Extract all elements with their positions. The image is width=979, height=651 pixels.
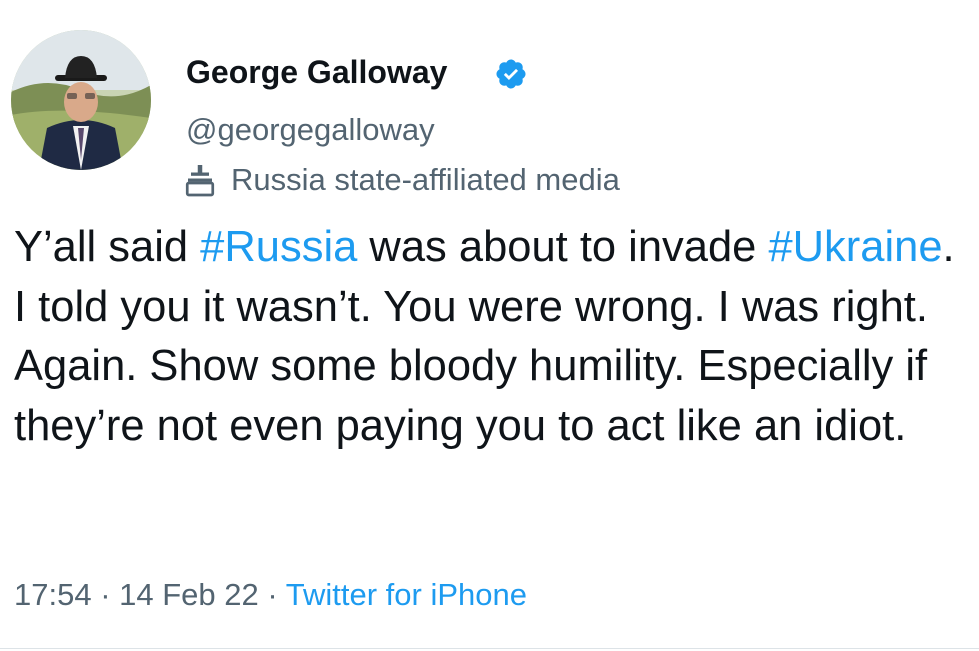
- tweet-text-segment: Y’all said: [14, 223, 201, 271]
- tweet-date[interactable]: 14 Feb 22: [119, 577, 259, 612]
- divider: [0, 648, 979, 649]
- meta-separator: ·: [91, 577, 120, 612]
- display-name[interactable]: George Galloway: [186, 50, 447, 94]
- avatar-image: [11, 30, 151, 170]
- verified-badge-icon: [496, 59, 526, 89]
- podium-icon: [185, 165, 215, 197]
- tweet-text: Y’all said #Russia was about to invade #…: [14, 218, 974, 456]
- state-media-label[interactable]: Russia state-affiliated media: [182, 160, 620, 200]
- tweet-time[interactable]: 17:54: [14, 577, 92, 612]
- tweet-meta: 17:54 · 14 Feb 22 · Twitter for iPhone: [14, 574, 527, 616]
- tweet: George Galloway @georgegalloway Russia s…: [0, 0, 979, 651]
- tweet-source[interactable]: Twitter for iPhone: [286, 577, 527, 612]
- handle[interactable]: @georgegalloway: [186, 110, 435, 150]
- hashtag-russia[interactable]: #Russia: [200, 223, 357, 271]
- state-media-label-text: Russia state-affiliated media: [231, 162, 620, 197]
- tweet-text-segment: was about to invade: [357, 223, 769, 271]
- hashtag-ukraine[interactable]: #Ukraine: [768, 223, 942, 271]
- meta-separator: ·: [258, 577, 286, 612]
- avatar[interactable]: [11, 30, 151, 170]
